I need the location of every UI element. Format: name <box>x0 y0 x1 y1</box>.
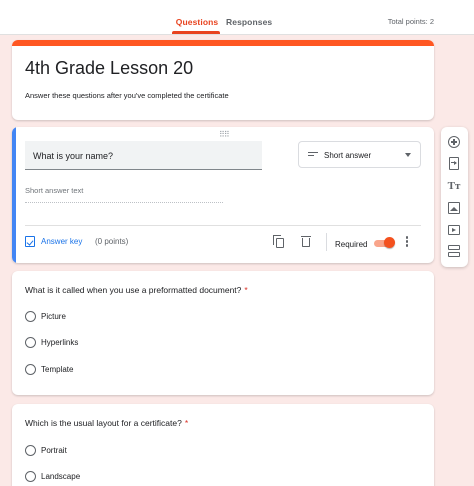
add-video-icon[interactable] <box>447 223 461 237</box>
tab-responses[interactable]: Responses <box>226 0 272 35</box>
option-label: Hyperlinks <box>41 338 79 347</box>
delete-icon[interactable] <box>301 235 311 247</box>
floating-toolbar: Tт <box>441 127 468 267</box>
question-card[interactable]: What is it called when you use a preform… <box>12 271 434 395</box>
required-toggle[interactable] <box>374 237 395 248</box>
answer-key-icon <box>25 236 35 247</box>
required-marker: * <box>244 285 248 295</box>
theme-accent-bar <box>12 40 434 46</box>
question-title-field[interactable]: What is your name? <box>25 141 262 170</box>
footer-vertical-divider <box>326 233 327 251</box>
selected-card-indicator <box>12 127 16 263</box>
question-title: Which is the usual layout for a certific… <box>25 418 189 428</box>
tab-questions[interactable]: Questions <box>174 0 220 35</box>
option-label: Landscape <box>41 472 81 481</box>
question-type-label: Short answer <box>324 151 372 160</box>
form-header: Questions Responses Total points: 2 <box>0 0 474 35</box>
add-image-icon[interactable] <box>447 201 461 215</box>
radio-button[interactable] <box>25 337 36 348</box>
radio-button[interactable] <box>25 364 36 375</box>
total-points: Total points: 2 <box>387 17 434 26</box>
question-title: What is it called when you use a preform… <box>25 285 248 295</box>
chevron-down-icon <box>405 153 411 157</box>
more-options-icon[interactable] <box>405 236 409 248</box>
option-label: Picture <box>41 312 66 321</box>
required-label: Required <box>335 240 368 249</box>
import-questions-icon[interactable] <box>447 157 461 171</box>
form-title-card[interactable]: 4th Grade Lesson 20 Answer these questio… <box>12 40 434 120</box>
short-answer-icon <box>308 152 318 158</box>
radio-button[interactable] <box>25 471 36 482</box>
add-title-icon[interactable]: Tт <box>447 179 461 193</box>
required-marker: * <box>184 418 189 428</box>
add-question-icon[interactable] <box>447 135 461 149</box>
option-label: Portrait <box>41 446 67 455</box>
question-card[interactable]: Which is the usual layout for a certific… <box>12 404 434 486</box>
question-title-text: What is your name? <box>33 151 114 161</box>
question-type-dropdown[interactable]: Short answer <box>298 141 421 168</box>
card-footer-divider <box>25 225 421 226</box>
form-title[interactable]: 4th Grade Lesson 20 <box>25 58 193 79</box>
short-answer-placeholder: Short answer text <box>25 186 223 203</box>
add-section-icon[interactable] <box>447 244 461 258</box>
question-points: (0 points) <box>95 237 129 246</box>
radio-button[interactable] <box>25 311 36 322</box>
drag-handle-icon[interactable]: ⠿⠿ <box>219 130 230 139</box>
option-label: Template <box>41 365 74 374</box>
active-question-card[interactable]: ⠿⠿ What is your name? Short answer Short… <box>12 127 434 263</box>
duplicate-icon[interactable] <box>273 235 285 248</box>
radio-button[interactable] <box>25 445 36 456</box>
active-tab-indicator <box>172 31 220 34</box>
form-description[interactable]: Answer these questions after you've comp… <box>25 91 229 100</box>
answer-key-label: Answer key <box>41 237 83 246</box>
